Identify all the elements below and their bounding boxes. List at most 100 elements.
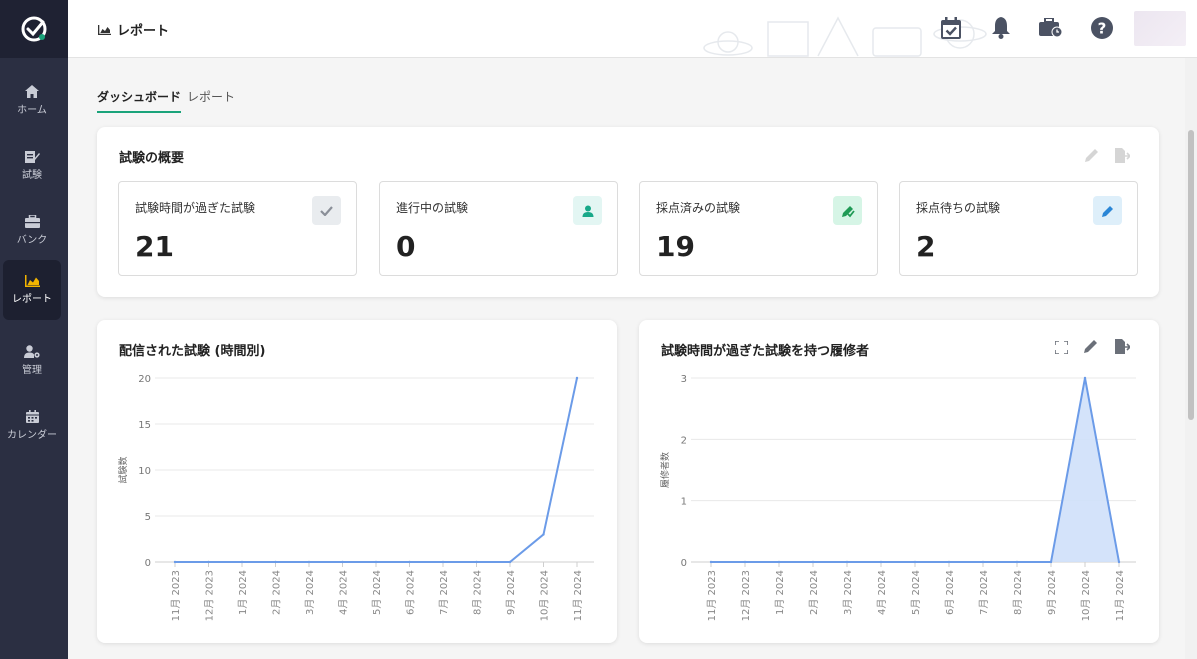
page-title: レポート <box>98 20 169 39</box>
page-title-text: レポート <box>117 24 170 39</box>
data-point <box>274 560 277 564</box>
x-tick-label: 1月 2024 <box>237 570 249 615</box>
x-tick-label: 11月 2024 <box>572 570 584 621</box>
data-point <box>1117 560 1121 564</box>
x-tick-label: 10月 2024 <box>539 570 551 621</box>
data-point <box>845 560 849 564</box>
x-tick-label: 7月 2024 <box>438 570 450 615</box>
x-tick-label: 3月 2024 <box>304 570 316 615</box>
calendar-check-button[interactable] <box>939 16 963 40</box>
stat-card-graded[interactable]: 採点済みの試験 19 <box>639 181 878 276</box>
help-button[interactable]: ? <box>1090 16 1114 40</box>
data-point <box>947 560 951 564</box>
expired-learners-card: 試験時間が過ぎた試験を持つ履修者 0 1 2 3 11月 2023 12月 2023 1月 … <box>639 320 1159 643</box>
data-point <box>777 560 781 564</box>
stat-card-in-progress[interactable]: 進行中の試験 0 <box>379 181 618 276</box>
stat-value: 0 <box>396 230 416 263</box>
sidebar-item-label: 管理 <box>22 364 42 376</box>
x-tick-label: 9月 2024 <box>505 570 517 615</box>
x-tick-label: 7月 2024 <box>978 570 990 615</box>
data-point <box>240 560 244 564</box>
data-point <box>811 560 815 564</box>
data-point <box>542 533 545 536</box>
export-button[interactable] <box>1113 146 1131 164</box>
data-point <box>374 560 378 564</box>
sidebar-item-label: バンク <box>16 234 48 246</box>
overview-title: 試験の概要 <box>119 151 185 166</box>
y-tick-label: 5 <box>145 512 151 523</box>
tab-report[interactable]: レポート <box>187 88 235 111</box>
sidebar-item-admin[interactable]: 管理 <box>3 330 61 390</box>
data-point <box>1049 560 1053 564</box>
x-tick-label: 11月 2024 <box>1114 570 1126 621</box>
data-point <box>341 560 344 564</box>
series-area <box>711 378 1119 562</box>
home-icon <box>25 84 39 98</box>
data-point <box>981 560 985 564</box>
toolbox-clock-button[interactable] <box>1039 16 1063 40</box>
sidebar-item-exams[interactable]: 試験 <box>3 135 61 195</box>
sidebar-item-reports[interactable]: レポート <box>3 260 61 320</box>
x-tick-label: 5月 2024 <box>910 570 922 615</box>
x-tick-label: 12月 2023 <box>204 570 216 621</box>
sidebar: ホーム 試験 バンク レポート 管理 カレンダー <box>0 0 68 659</box>
briefcase-clock-icon <box>1039 18 1063 38</box>
stat-card-pending[interactable]: 採点待ちの試験 2 <box>899 181 1138 276</box>
sidebar-item-label: カレンダー <box>7 429 57 441</box>
x-tick-label: 9月 2024 <box>1046 570 1058 615</box>
stat-value: 21 <box>135 230 174 263</box>
data-point <box>508 560 512 564</box>
tab-dashboard[interactable]: ダッシュボード <box>97 88 182 113</box>
expired-learners-chart: 0 1 2 3 11月 2023 12月 2023 1月 2024 2月 2024 3月 202… <box>659 374 1136 621</box>
x-tick-label: 2月 2024 <box>271 570 283 615</box>
sidebar-item-home[interactable]: ホーム <box>3 70 61 130</box>
data-point <box>709 560 713 564</box>
stat-value: 2 <box>916 230 936 263</box>
x-tick-label: 8月 2024 <box>472 570 484 615</box>
y-tick-label: 10 <box>138 466 151 477</box>
sidebar-item-label: ホーム <box>17 104 47 116</box>
scrollbar-thumb[interactable] <box>1188 130 1194 420</box>
data-point <box>575 376 579 380</box>
edit-button[interactable] <box>1083 146 1101 164</box>
user-avatar[interactable] <box>1134 11 1186 46</box>
y-tick-label: 1 <box>681 497 687 508</box>
notifications-button[interactable] <box>989 16 1013 40</box>
x-tick-label: 8月 2024 <box>1012 570 1024 615</box>
delivered-exams-card: 配信された試験 (時間別) 0 5 10 15 20 11月 2023 12月 2023 1月… <box>97 320 617 643</box>
pen-icon <box>1093 196 1122 225</box>
sidebar-item-calendar[interactable]: カレンダー <box>3 395 61 455</box>
x-tick-label: 6月 2024 <box>405 570 417 615</box>
x-tick-label: 10月 2024 <box>1080 570 1092 621</box>
x-tick-label: 11月 2023 <box>170 570 182 621</box>
delivered-exams-chart: 0 5 10 15 20 11月 2023 12月 2023 1月 2024 2月 2024 3月… <box>117 374 594 621</box>
y-tick-label: 0 <box>681 558 687 569</box>
y-tick-label: 20 <box>138 374 151 385</box>
app-logo[interactable] <box>0 0 68 58</box>
file-export-icon <box>1114 147 1130 163</box>
toolbox-icon <box>24 214 40 228</box>
data-point <box>408 560 411 564</box>
chart-icon <box>98 24 111 35</box>
check-icon <box>312 196 341 225</box>
data-point <box>173 560 177 564</box>
x-tick-label: 6月 2024 <box>944 570 956 615</box>
pen-check-icon <box>833 196 862 225</box>
data-point <box>879 560 883 564</box>
stat-card-expired[interactable]: 試験時間が過ぎた試験 21 <box>118 181 357 276</box>
area-chart-icon <box>24 275 40 287</box>
vertical-scrollbar[interactable] <box>1185 58 1197 659</box>
top-header: レポート ? <box>68 0 1197 58</box>
y-tick-label: 15 <box>138 420 151 431</box>
x-tick-label: 12月 2023 <box>740 570 752 621</box>
stat-value: 19 <box>656 230 695 263</box>
stat-label: 進行中の試験 <box>396 201 469 215</box>
y-tick-label: 0 <box>145 558 151 569</box>
sidebar-item-bank[interactable]: バンク <box>3 200 61 260</box>
x-tick-label: 3月 2024 <box>842 570 854 615</box>
data-point <box>307 560 311 564</box>
stat-label: 採点済みの試験 <box>656 201 741 215</box>
data-point <box>441 560 445 564</box>
data-point <box>1083 376 1087 380</box>
x-tick-label: 11月 2023 <box>706 570 718 621</box>
